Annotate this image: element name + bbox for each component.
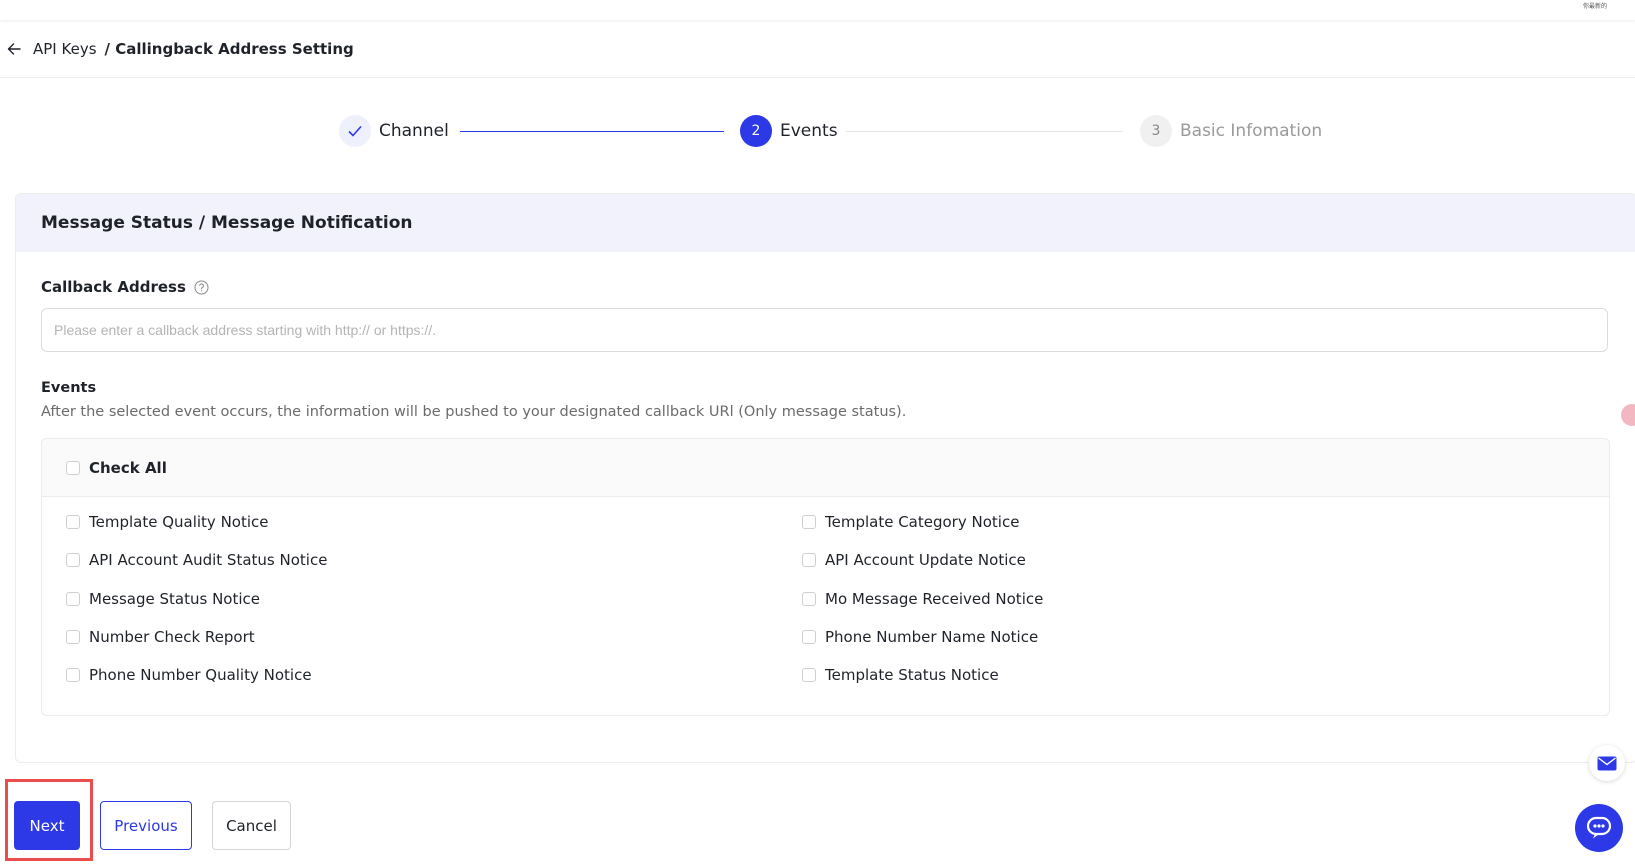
event-phone-number-quality[interactable]: Phone Number Quality Notice (66, 666, 312, 684)
check-all-checkbox[interactable] (66, 460, 80, 475)
checkbox[interactable] (66, 668, 80, 682)
event-number-check-report[interactable]: Number Check Report (66, 628, 255, 646)
events-description: After the selected event occurs, the inf… (41, 404, 907, 420)
event-template-category[interactable]: Template Category Notice (802, 513, 1019, 531)
step-basic-label: Basic Infomation (1180, 121, 1323, 141)
event-phone-number-name[interactable]: Phone Number Name Notice (802, 628, 1038, 646)
step-channel-icon (339, 115, 371, 147)
callback-address-text: Callback Address (41, 278, 186, 296)
step-channel-label: Channel (379, 121, 449, 141)
event-message-status[interactable]: Message Status Notice (66, 590, 260, 608)
step-connector-pending (846, 131, 1123, 132)
previous-button[interactable]: Previous (100, 801, 192, 850)
top-bar: 你最新的 (0, 0, 1635, 20)
section-title: Message Status / Message Notification (16, 194, 1635, 252)
checkbox[interactable] (802, 592, 816, 606)
next-button[interactable]: Next (14, 801, 80, 850)
chat-icon[interactable] (1575, 804, 1623, 852)
checkbox[interactable] (802, 553, 816, 567)
question-circle-icon[interactable] (194, 280, 209, 295)
callback-address-input[interactable] (41, 308, 1608, 352)
event-mo-message-received[interactable]: Mo Message Received Notice (802, 590, 1043, 608)
checkbox[interactable] (802, 630, 816, 644)
event-label: Message Status Notice (89, 590, 260, 608)
cancel-button[interactable]: Cancel (212, 801, 291, 850)
event-label: Template Quality Notice (89, 513, 269, 531)
check-all-label: Check All (89, 458, 167, 477)
event-api-account-audit[interactable]: API Account Audit Status Notice (66, 551, 327, 569)
page-header: API Keys / Callingback Address Setting (0, 20, 1635, 78)
callback-address-label: Callback Address (41, 278, 209, 296)
step-events-label: Events (780, 121, 838, 141)
event-label: API Account Audit Status Notice (89, 551, 328, 569)
checkbox[interactable] (66, 630, 80, 644)
checkbox[interactable] (66, 553, 80, 567)
event-label: API Account Update Notice (825, 551, 1026, 569)
arrow-left-icon[interactable] (6, 41, 22, 57)
checkbox[interactable] (802, 668, 816, 682)
event-template-quality[interactable]: Template Quality Notice (66, 513, 269, 531)
step-basic-number: 3 (1140, 115, 1172, 147)
checkbox[interactable] (66, 515, 80, 529)
event-api-account-update[interactable]: API Account Update Notice (802, 551, 1026, 569)
event-template-status[interactable]: Template Status Notice (802, 666, 999, 684)
checkbox[interactable] (66, 592, 80, 606)
check-all-row[interactable]: Check All (42, 439, 1609, 497)
mail-icon[interactable] (1589, 745, 1625, 781)
settings-card: Message Status / Message Notification Ca… (15, 193, 1635, 763)
event-label: Template Status Notice (825, 666, 999, 684)
step-connector-done (460, 131, 724, 132)
event-label: Phone Number Quality Notice (89, 666, 312, 684)
event-label: Mo Message Received Notice (825, 590, 1044, 608)
breadcrumb-api-keys[interactable]: API Keys (33, 40, 97, 58)
breadcrumb-current: / Callingback Address Setting (104, 39, 354, 58)
step-events-number: 2 (740, 115, 772, 147)
checkbox[interactable] (802, 515, 816, 529)
stepper: Channel 2 Events 3 Basic Infomation (0, 115, 1635, 149)
event-label: Number Check Report (89, 628, 255, 646)
event-label: Template Category Notice (825, 513, 1020, 531)
event-label: Phone Number Name Notice (825, 628, 1039, 646)
events-title: Events (41, 380, 97, 396)
events-list: Check All Template Quality Notice Templa… (41, 438, 1610, 716)
top-bar-tag: 你最新的 (1582, 3, 1607, 10)
